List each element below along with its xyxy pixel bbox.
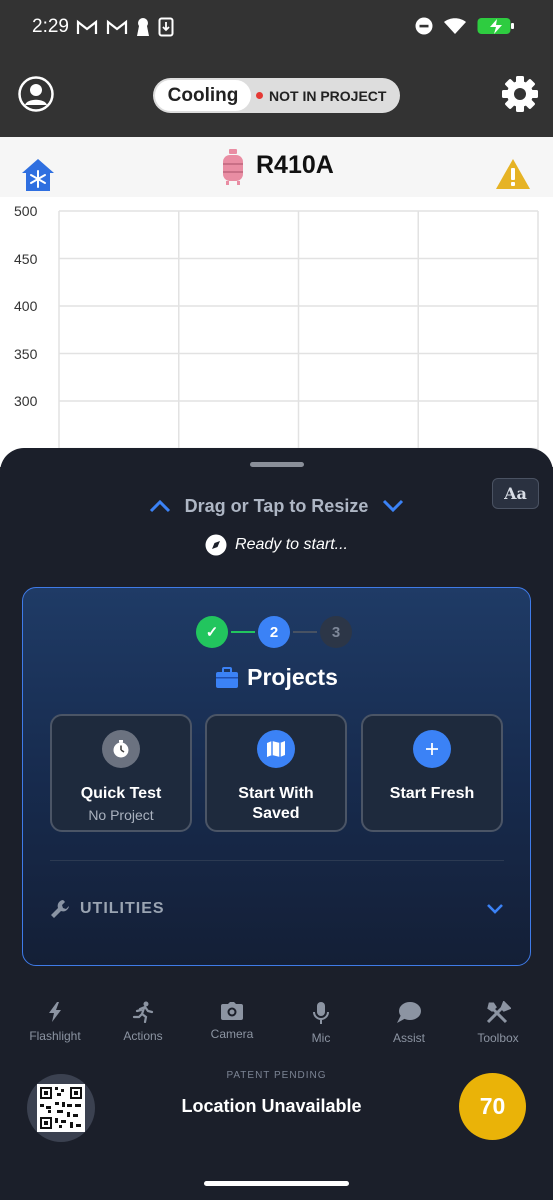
chevron-down-icon[interactable] xyxy=(382,499,404,513)
divider xyxy=(50,860,504,861)
stopwatch-icon xyxy=(102,730,140,768)
flashlight-button[interactable]: Flashlight xyxy=(15,1001,95,1043)
house-snowflake-icon[interactable] xyxy=(20,157,56,193)
bottom-sheet[interactable]: Aa Drag or Tap to Resize Ready to start.… xyxy=(0,448,553,1200)
project-status-label: NOT IN PROJECT xyxy=(269,87,387,104)
chat-bubble-icon xyxy=(397,1002,421,1023)
wrench-icon xyxy=(51,900,69,918)
warning-icon[interactable] xyxy=(495,157,531,191)
y-tick-label: 500 xyxy=(14,203,38,219)
plus-icon xyxy=(413,730,451,768)
toolbar-label: Camera xyxy=(210,1027,254,1041)
step-2-current: 2 xyxy=(258,616,290,648)
gear-icon xyxy=(502,76,538,112)
y-tick-label: 300 xyxy=(14,393,38,409)
user-avatar-icon xyxy=(18,76,54,112)
download-icon xyxy=(158,17,174,37)
option-title: Start With Saved xyxy=(238,785,314,822)
ready-text: Ready to start... xyxy=(235,536,348,553)
dnd-icon xyxy=(415,17,433,35)
mic-icon xyxy=(313,1002,329,1024)
briefcase-icon xyxy=(216,666,239,688)
y-tick-label: 350 xyxy=(14,345,38,362)
mode-label[interactable]: Cooling xyxy=(155,80,251,111)
option-title: Quick Test xyxy=(80,785,162,802)
mode-toggle[interactable]: Cooling NOT IN PROJECT xyxy=(153,78,400,113)
tools-icon xyxy=(486,1001,511,1024)
chevron-down-icon[interactable] xyxy=(486,903,504,915)
project-status[interactable]: NOT IN PROJECT xyxy=(256,78,386,113)
pressure-chart: 500 450 400 350 300 xyxy=(0,197,553,467)
patent-label: PATENT PENDING xyxy=(226,1070,327,1081)
score-badge[interactable]: 70 xyxy=(459,1073,526,1140)
battery-charging-icon xyxy=(477,18,514,34)
utilities-toggle[interactable]: UTILITIES xyxy=(50,899,504,919)
option-title: Start Fresh xyxy=(389,785,475,802)
toolbar-label: Actions xyxy=(123,1029,163,1043)
assist-button[interactable]: Assist xyxy=(369,1001,449,1045)
home-indicator[interactable] xyxy=(204,1181,349,1186)
toolbar-label: Mic xyxy=(311,1031,331,1045)
actions-button[interactable]: Actions xyxy=(103,1001,183,1043)
gmail-icon xyxy=(106,19,128,34)
resize-control[interactable]: Drag or Tap to Resize xyxy=(0,492,553,520)
camera-button[interactable]: Camera xyxy=(192,1001,272,1041)
chevron-up-icon[interactable] xyxy=(149,499,171,513)
wifi-icon xyxy=(444,18,466,34)
section-header: Projects xyxy=(23,664,530,691)
compass-icon xyxy=(205,534,227,556)
step-1-complete: ✓ xyxy=(196,616,228,648)
start-fresh-button[interactable]: Start Fresh xyxy=(361,714,503,832)
toolbar-label: Toolbox xyxy=(477,1031,519,1045)
flashlight-icon xyxy=(49,1002,61,1022)
resize-label: Drag or Tap to Resize xyxy=(184,495,369,516)
status-dot xyxy=(256,92,263,99)
y-tick-label: 450 xyxy=(14,250,38,267)
projects-card: ✓ 2 3 Projects Quick Test No Project Sta… xyxy=(22,587,531,966)
step-connector xyxy=(231,631,255,633)
refrigerant-bar: R410A xyxy=(0,137,553,197)
toolbar-label: Flashlight xyxy=(29,1029,81,1043)
map-icon xyxy=(257,730,295,768)
chart-grid xyxy=(58,210,539,467)
option-subtitle: No Project xyxy=(88,807,154,823)
app-header: Cooling NOT IN PROJECT xyxy=(0,56,553,137)
ready-status: Ready to start... xyxy=(0,534,553,556)
step-connector xyxy=(293,631,317,633)
camera-icon xyxy=(221,1002,243,1020)
utilities-label: UTILITIES xyxy=(80,900,165,917)
step-indicator: ✓ 2 3 xyxy=(196,616,352,648)
mic-button[interactable]: Mic xyxy=(281,1001,361,1045)
y-tick-label: 400 xyxy=(14,298,38,314)
settings-button[interactable] xyxy=(501,75,539,113)
start-with-saved-button[interactable]: Start With Saved xyxy=(205,714,347,832)
profile-button[interactable] xyxy=(18,76,54,112)
toolbar-label: Assist xyxy=(392,1031,425,1045)
quick-test-button[interactable]: Quick Test No Project xyxy=(50,714,192,832)
section-title: Projects xyxy=(247,664,338,690)
keyhole-icon xyxy=(137,18,149,36)
refrigerant-name[interactable]: R410A xyxy=(256,151,334,180)
status-time: 2:29 xyxy=(32,16,69,37)
toolbox-button[interactable]: Toolbox xyxy=(458,1001,538,1045)
status-bar: 2:29 xyxy=(0,0,553,56)
refrigerant-tank-icon xyxy=(223,149,243,185)
drag-handle[interactable] xyxy=(250,462,304,467)
step-3-pending: 3 xyxy=(320,616,352,648)
bottom-toolbar: Flashlight Actions Camera Mic Assist Too… xyxy=(0,1001,553,1051)
gmail-icon xyxy=(76,19,98,34)
running-person-icon xyxy=(132,1001,154,1023)
